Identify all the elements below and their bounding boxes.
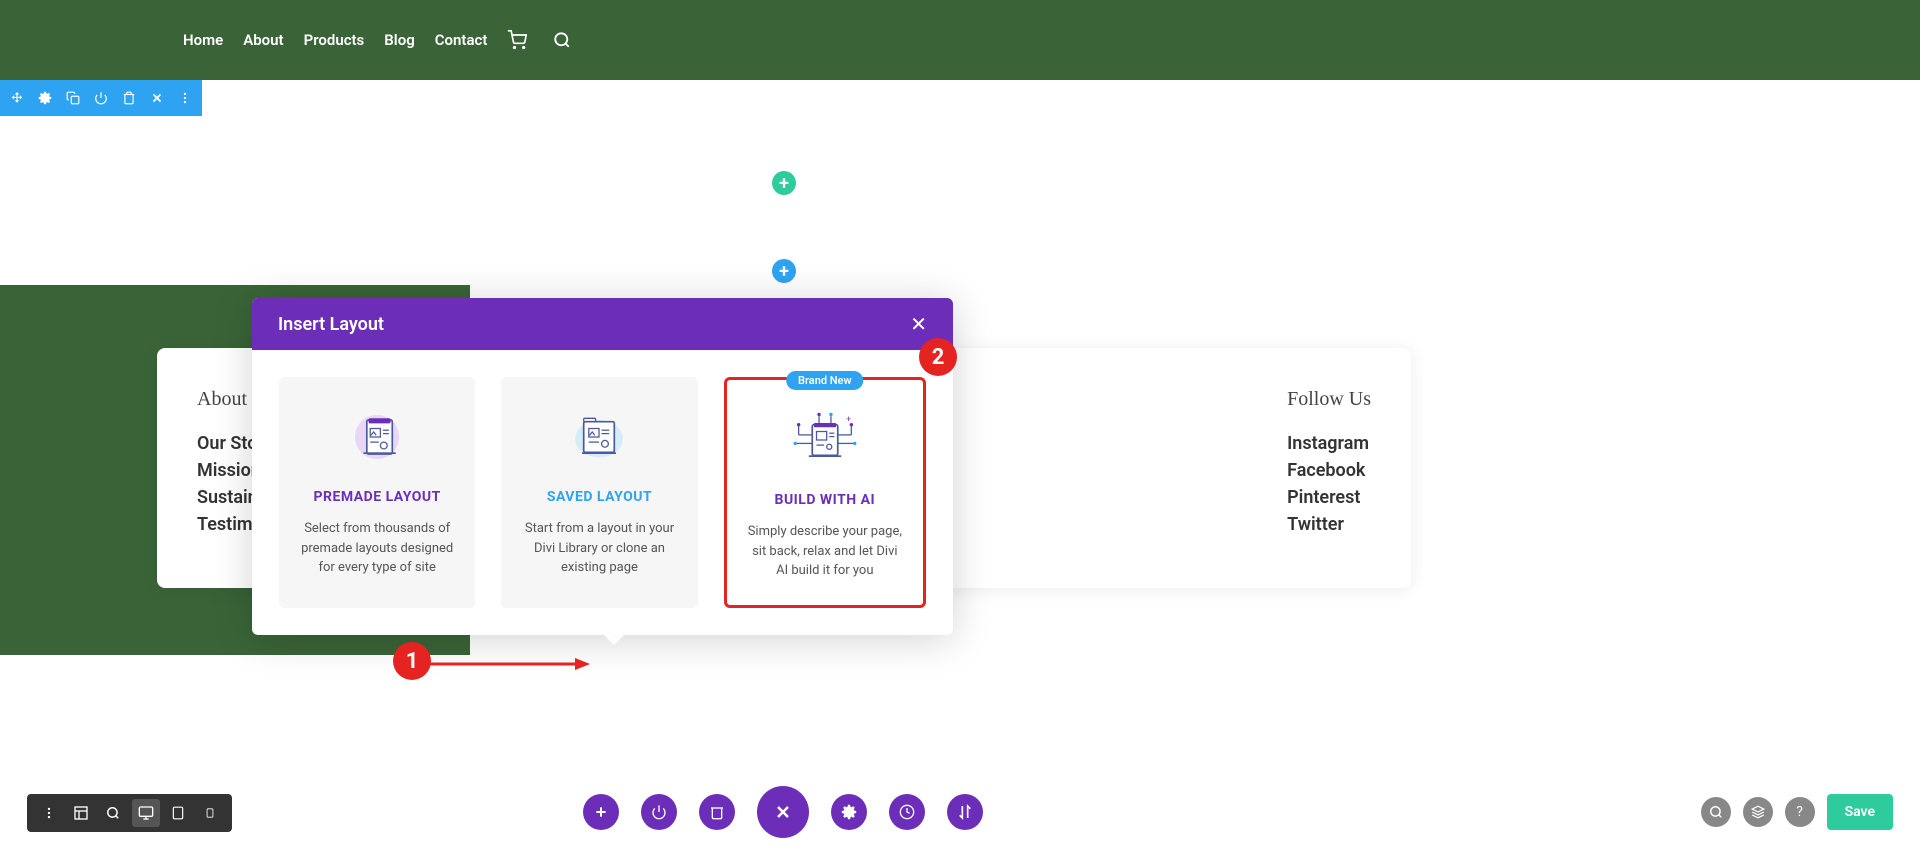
nav-home[interactable]: Home — [183, 31, 223, 49]
settings-icon[interactable] — [38, 91, 52, 105]
add-button[interactable] — [583, 794, 619, 830]
phone-view-icon[interactable] — [196, 799, 224, 827]
close-builder-button[interactable] — [757, 786, 809, 838]
history-button[interactable] — [889, 794, 925, 830]
right-actions: ? Save — [1701, 794, 1893, 830]
add-section-button[interactable]: + — [772, 171, 796, 195]
move-icon[interactable] — [10, 91, 24, 105]
desktop-view-icon[interactable] — [132, 799, 160, 827]
annotation-step-1: 1 — [393, 642, 431, 680]
card-title: SAVED LAYOUT — [519, 489, 679, 505]
nav-about[interactable]: About — [243, 31, 283, 49]
cart-icon[interactable] — [507, 30, 527, 50]
save-button[interactable]: Save — [1827, 794, 1893, 830]
ai-layout-icon: + — [745, 404, 905, 476]
premade-layout-card[interactable]: PREMADE LAYOUT Select from thousands of … — [279, 377, 475, 608]
search-icon[interactable] — [553, 31, 571, 49]
nav-blog[interactable]: Blog — [384, 31, 414, 49]
duplicate-icon[interactable] — [66, 91, 80, 105]
top-navigation: Home About Products Blog Contact — [0, 0, 1920, 80]
settings-button[interactable] — [831, 794, 867, 830]
nav-products[interactable]: Products — [304, 31, 365, 49]
annotation-step-2: 2 — [919, 338, 957, 376]
build-with-ai-card[interactable]: Brand New + BUILD WITH AI Simply describ… — [724, 377, 926, 608]
footer-follow-column: Follow Us Instagram Facebook Pinterest T… — [1287, 388, 1371, 548]
wireframe-view-icon[interactable] — [67, 799, 95, 827]
add-row-button[interactable]: + — [772, 259, 796, 283]
card-description: Start from a layout in your Divi Library… — [519, 519, 679, 578]
card-title: PREMADE LAYOUT — [297, 489, 457, 505]
trash-icon[interactable] — [122, 91, 136, 105]
trash-button[interactable] — [699, 794, 735, 830]
insert-layout-modal: Insert Layout ✕ PREMADE LAYOUT Select fr… — [252, 298, 953, 635]
builder-actions — [583, 786, 983, 838]
modal-title: Insert Layout — [278, 314, 384, 335]
footer-link[interactable]: Pinterest — [1287, 487, 1371, 508]
modal-body: PREMADE LAYOUT Select from thousands of … — [252, 350, 953, 635]
annotation-arrow — [430, 654, 590, 674]
view-toolbar — [27, 794, 232, 832]
card-description: Select from thousands of premade layouts… — [297, 519, 457, 578]
close-icon[interactable] — [150, 91, 164, 105]
search-button[interactable] — [1701, 797, 1731, 827]
footer-link[interactable]: Instagram — [1287, 433, 1371, 454]
modal-header: Insert Layout ✕ — [252, 298, 953, 350]
card-title: BUILD WITH AI — [745, 492, 905, 508]
saved-layout-icon — [519, 401, 679, 473]
footer-link[interactable]: Twitter — [1287, 514, 1371, 535]
brand-new-badge: Brand New — [786, 371, 864, 390]
tablet-view-icon[interactable] — [164, 799, 192, 827]
zoom-icon[interactable] — [99, 799, 127, 827]
nav-contact[interactable]: Contact — [435, 31, 488, 49]
help-button[interactable]: ? — [1785, 797, 1815, 827]
more-icon[interactable] — [178, 91, 192, 105]
layers-button[interactable] — [1743, 797, 1773, 827]
saved-layout-card[interactable]: SAVED LAYOUT Start from a layout in your… — [501, 377, 697, 608]
power-icon[interactable] — [94, 91, 108, 105]
sort-button[interactable] — [947, 794, 983, 830]
footer-follow-heading: Follow Us — [1287, 388, 1371, 411]
card-description: Simply describe your page, sit back, rel… — [745, 522, 905, 581]
footer-link[interactable]: Facebook — [1287, 460, 1371, 481]
power-button[interactable] — [641, 794, 677, 830]
more-options-icon[interactable] — [35, 799, 63, 827]
modal-close-button[interactable]: ✕ — [910, 312, 927, 336]
section-toolbar — [0, 80, 202, 116]
premade-layout-icon — [297, 401, 457, 473]
modal-pointer — [602, 633, 626, 645]
svg-text:+: + — [846, 414, 851, 424]
